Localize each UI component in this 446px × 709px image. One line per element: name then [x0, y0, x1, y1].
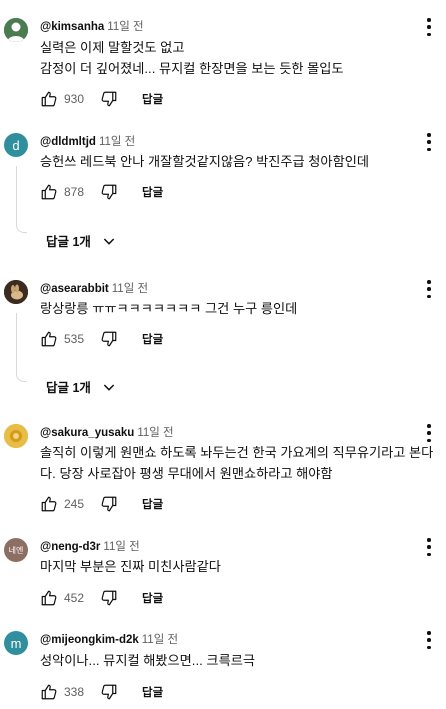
comment-author[interactable]: @neng-d3r	[40, 541, 100, 553]
comment-actions: 245 답글	[40, 492, 163, 516]
avatar[interactable]	[4, 424, 28, 448]
comment-text: 솔직히 이렇게 원맨쇼 하도록 놔두는건 한국 가요계의 직무유기라고 본다 다…	[40, 445, 434, 481]
view-replies-button[interactable]: 답글 1개	[46, 231, 117, 250]
comment-header: @mijeongkim-d2k 11일 전	[40, 631, 178, 647]
comment-text: 성악이나... 뮤지컬 해봤으면... 크륵르극	[40, 653, 255, 668]
more-vert-icon[interactable]	[426, 538, 432, 556]
comment-actions: 338 답글	[40, 680, 163, 704]
comment-text: 마지막 부분은 진짜 미친사람같다	[40, 559, 221, 574]
thumb-up-icon[interactable]	[40, 90, 58, 108]
comment-text: 승헌쓰 레드북 안나 개잘할것같지않음? 박진주급 청아함인데	[40, 154, 369, 169]
comment-actions: 452 답글	[40, 586, 163, 610]
like-count: 245	[64, 497, 85, 511]
thread-line	[16, 166, 27, 233]
comment-time[interactable]: 11일 전	[137, 427, 173, 439]
like-count: 535	[64, 332, 85, 346]
comment-author[interactable]: @kimsanha	[40, 21, 104, 33]
thumb-down-icon[interactable]	[100, 589, 118, 607]
thumb-down-icon[interactable]	[100, 90, 118, 108]
flower-avatar-icon	[4, 424, 28, 448]
thumb-down-icon[interactable]	[100, 683, 118, 701]
thumb-up-icon[interactable]	[40, 495, 58, 513]
more-vert-icon[interactable]	[426, 18, 432, 36]
thumb-down-icon[interactable]	[100, 183, 118, 201]
comment-header: @kimsanha 11일 전	[40, 18, 144, 34]
thumb-up-icon[interactable]	[40, 683, 58, 701]
avatar[interactable]	[4, 18, 28, 42]
comment-actions: 535 답글	[40, 327, 163, 351]
like-count: 878	[64, 185, 85, 199]
comment-time[interactable]: 11일 전	[142, 634, 178, 646]
like-count: 338	[64, 685, 85, 699]
reply-button[interactable]: 답글	[142, 684, 163, 700]
comment-header: @sakura_yusaku 11일 전	[40, 424, 174, 440]
like-count: 930	[64, 92, 85, 106]
user-icon	[4, 18, 28, 42]
comment-time[interactable]: 11일 전	[107, 21, 143, 33]
comment-header: @asearabbit 11일 전	[40, 280, 148, 296]
comment-author[interactable]: @asearabbit	[40, 283, 109, 295]
more-vert-icon[interactable]	[426, 280, 432, 298]
thumb-up-icon[interactable]	[40, 183, 58, 201]
comment-time[interactable]: 11일 전	[103, 541, 139, 553]
comment-text: 랑상랑릉 ㅠㅠㅋㅋㅋㅋㅋㅋㅋ 그건 누구 릉인데	[40, 301, 298, 316]
comment-text: 실력은 이제 말할것도 없고 감정이 더 깊어졌네... 뮤지컬 한장면을 보는…	[40, 40, 344, 76]
comment-header: @dldmltjd 11일 전	[40, 133, 135, 149]
rabbit-avatar-icon	[4, 280, 28, 304]
more-vert-icon[interactable]	[426, 631, 432, 649]
more-vert-icon[interactable]	[426, 133, 432, 151]
comment-actions: 878 답글	[40, 180, 163, 204]
reply-button[interactable]: 답글	[142, 590, 163, 606]
like-count: 452	[64, 591, 85, 605]
view-replies-button[interactable]: 답글 1개	[46, 377, 117, 396]
comment-time[interactable]: 11일 전	[99, 136, 135, 148]
comment-author[interactable]: @mijeongkim-d2k	[40, 634, 139, 646]
thumb-down-icon[interactable]	[100, 495, 118, 513]
comment-author[interactable]: @sakura_yusaku	[40, 427, 134, 439]
thread-line	[16, 313, 27, 382]
reply-button[interactable]: 답글	[142, 184, 163, 200]
reply-button[interactable]: 답글	[142, 496, 163, 512]
chevron-down-icon	[103, 383, 115, 391]
avatar[interactable]: 네엔	[4, 538, 28, 562]
avatar[interactable]: m	[4, 631, 28, 655]
chevron-down-icon	[103, 237, 115, 245]
more-vert-icon[interactable]	[426, 424, 432, 442]
thumb-down-icon[interactable]	[100, 330, 118, 348]
comment-time[interactable]: 11일 전	[112, 283, 148, 295]
reply-button[interactable]: 답글	[142, 91, 163, 107]
thumb-up-icon[interactable]	[40, 330, 58, 348]
reply-button[interactable]: 답글	[142, 331, 163, 347]
comment-author[interactable]: @dldmltjd	[40, 136, 96, 148]
avatar[interactable]: d	[4, 133, 28, 157]
avatar[interactable]	[4, 280, 28, 304]
comment-header: @neng-d3r 11일 전	[40, 538, 140, 554]
comment-actions: 930 답글	[40, 87, 163, 111]
thumb-up-icon[interactable]	[40, 589, 58, 607]
